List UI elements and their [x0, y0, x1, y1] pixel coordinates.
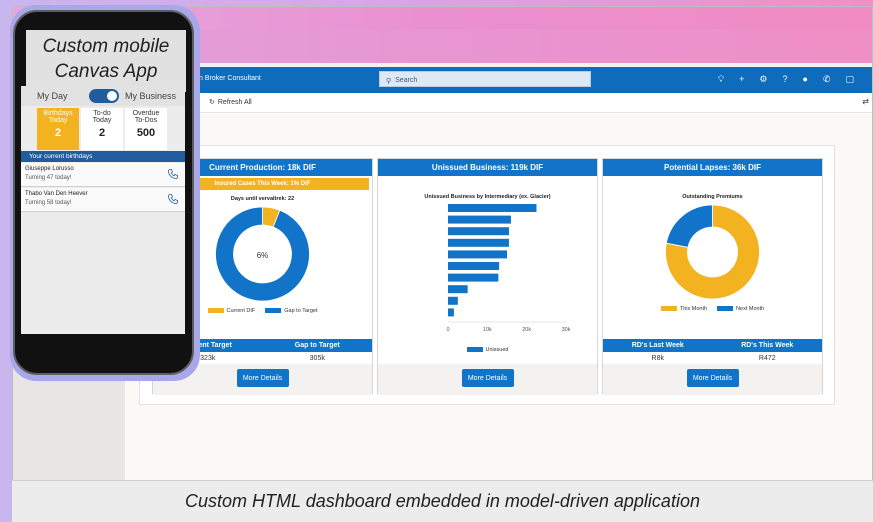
bar: [448, 238, 509, 247]
refresh-all-button[interactable]: ↻ Refresh All: [209, 98, 252, 107]
bar: [448, 273, 499, 282]
stat-label: Gap to Target: [294, 342, 340, 349]
bar: [448, 215, 511, 224]
toggle-right-label: My Business: [125, 91, 177, 101]
stat-value: R472: [758, 355, 776, 362]
person-name: Giuseppe Lorusso: [25, 166, 74, 172]
more-details-button[interactable]: More Details: [236, 369, 289, 387]
my-day-toggle-row: My Day My Business: [21, 86, 185, 106]
dashboard-area: Current Production: 18k DIF Insured Case…: [125, 113, 872, 485]
person-note: Turning 47 today!: [25, 175, 72, 181]
donut-center-label: 6%: [257, 251, 269, 260]
todo-tile[interactable]: To-do Today 2: [81, 108, 123, 150]
dashboard-caption: Custom HTML dashboard embedded in model-…: [12, 480, 873, 522]
birthdays-header: Your current birthdays: [21, 151, 185, 162]
x-tick-label: 20k: [522, 327, 531, 333]
bar: [448, 285, 468, 294]
lightbulb-icon[interactable]: 💡︎: [718, 73, 724, 85]
toggle-left-label: My Day: [37, 91, 68, 101]
x-tick-label: 0: [446, 327, 449, 333]
legend-item: Gap to Target: [265, 308, 317, 314]
phone-icon[interactable]: ✆: [823, 73, 831, 85]
overdue-tile[interactable]: Overdue To-Dos 500: [125, 108, 167, 150]
person-note: Turning 58 today!: [25, 200, 72, 206]
bar: [448, 308, 454, 317]
stat-values: R8k R472: [603, 353, 822, 364]
search-input[interactable]: ⚲ Search: [379, 71, 591, 87]
bar: [448, 250, 507, 259]
more-details-button[interactable]: More Details: [686, 369, 739, 387]
share-icon[interactable]: ⇄: [862, 97, 869, 106]
refresh-label: Refresh All: [217, 98, 252, 106]
x-tick-label: 10k: [483, 327, 492, 333]
stat-label: RD's This Week: [741, 342, 794, 349]
card-title: Potential Lapses: 36k DIF: [603, 159, 822, 176]
mobile-label-line: Custom mobile: [42, 36, 170, 57]
donut-slice-next-month: [665, 204, 713, 248]
mobile-app-label: Custom mobile Canvas App: [26, 30, 186, 92]
bar: [448, 204, 537, 212]
call-icon[interactable]: [167, 193, 179, 205]
potential-lapses-card: Potential Lapses: 36k DIF Outstanding Pr…: [602, 158, 823, 395]
x-tick-label: 30k: [562, 327, 571, 333]
unissued-business-card: Unissued Business: 119k DIF Unissued Bus…: [377, 158, 598, 395]
chart-legend: Unissued: [378, 347, 597, 353]
more-details-button[interactable]: More Details: [461, 369, 514, 387]
list-item[interactable]: Giuseppe Lorusso Turning 47 today!: [21, 163, 185, 187]
card-title: Unissued Business: 119k DIF: [378, 159, 597, 176]
stat-value: 305k: [309, 355, 325, 362]
unissued-bar-chart: 0 10k 20k 30k: [446, 204, 571, 333]
chat-icon[interactable]: ▢: [845, 73, 854, 85]
bar: [448, 262, 500, 270]
birthdays-tile[interactable]: Birthdays Today 2: [37, 108, 79, 150]
app-title[interactable]: n Broker Consultant: [199, 75, 261, 82]
avatar-icon[interactable]: ●: [803, 73, 808, 85]
gear-icon[interactable]: ⚙: [759, 73, 767, 85]
legend-item: Next Month: [717, 306, 764, 312]
refresh-icon: ↻: [209, 99, 215, 106]
help-icon[interactable]: ?: [782, 73, 787, 85]
header-icons: 💡︎ + ⚙ ? ● ✆ ▢: [718, 73, 854, 85]
person-name: Thabo Van Den Heever: [25, 191, 88, 197]
stat-header: RD's Last Week RD's This Week: [603, 339, 822, 352]
chart-legend: This Month Next Month: [603, 306, 822, 312]
search-icon: ⚲: [386, 77, 392, 85]
html-dashboard: Current Production: 18k DIF Insured Case…: [139, 145, 835, 405]
plus-icon[interactable]: +: [739, 73, 744, 85]
stat-value: R8k: [651, 355, 664, 362]
list-item[interactable]: Thabo Van Den Heever Turning 58 today!: [21, 188, 185, 212]
stat-label: RD's Last Week: [631, 342, 684, 349]
phone-screen: My Day My Business Birthdays Today 2 To-d…: [21, 86, 185, 334]
summary-tiles: Birthdays Today 2 To-do Today 2 Overdue To-…: [37, 108, 167, 150]
premiums-donut-chart: [665, 204, 760, 300]
mobile-label-line: Canvas App: [54, 61, 158, 82]
view-toggle[interactable]: [89, 89, 119, 103]
legend-item: Current DIF: [207, 308, 255, 314]
legend-item: This Month: [660, 306, 707, 312]
legend-item: Unissued: [466, 347, 508, 353]
bar: [448, 227, 509, 236]
bar: [448, 296, 458, 305]
call-icon[interactable]: [167, 168, 179, 180]
search-placeholder: Search: [395, 77, 418, 84]
